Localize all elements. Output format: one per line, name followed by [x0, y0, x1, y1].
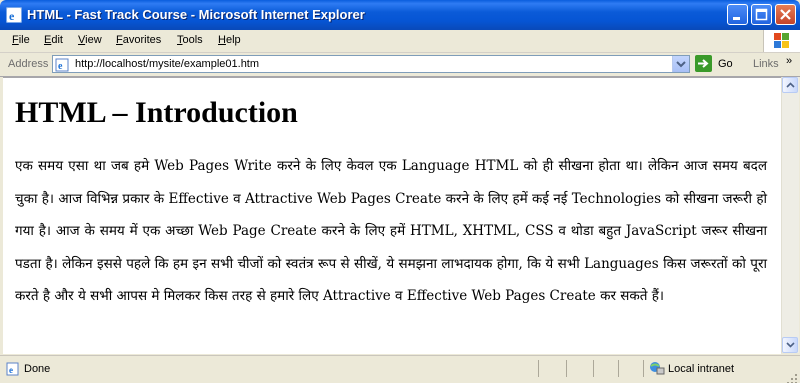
windows-logo-icon — [763, 30, 800, 52]
status-divider — [538, 360, 539, 377]
maximize-button[interactable] — [751, 4, 772, 25]
minimize-icon — [733, 17, 740, 20]
svg-text:e: e — [9, 9, 15, 22]
address-label: Address — [8, 58, 49, 70]
menu-view[interactable]: View — [78, 34, 102, 46]
page-done-icon: e — [6, 361, 20, 376]
go-arrow-icon — [695, 55, 712, 72]
menu-help[interactable]: Help — [218, 34, 241, 46]
go-label: Go — [718, 58, 733, 70]
menu-edit[interactable]: Edit — [44, 34, 63, 46]
menu-bar: File Edit View Favorites Tools Help — [0, 30, 800, 53]
chevron-up-icon — [786, 82, 795, 88]
chevron-down-icon — [676, 61, 686, 68]
security-zone-text: Local intranet — [668, 363, 735, 375]
status-divider — [593, 360, 594, 377]
page-icon: e — [55, 57, 71, 76]
status-divider — [566, 360, 567, 377]
close-icon — [780, 9, 791, 20]
address-bar: Address e http://localhost/mysite/exampl… — [0, 53, 800, 77]
ie-page-icon[interactable]: e — [6, 7, 22, 23]
intro-paragraph: एक समय एसा था जब हमे Web Pages Write करन… — [15, 158, 767, 304]
links-chevron-icon[interactable]: » — [786, 55, 792, 67]
minimize-button[interactable] — [727, 4, 748, 25]
chevron-down-icon — [786, 342, 795, 348]
page-heading: HTML – Introduction — [15, 96, 298, 129]
svg-text:e: e — [9, 365, 13, 375]
status-divider — [618, 360, 619, 377]
browser-window: e HTML - Fast Track Course - Microsoft I… — [0, 0, 800, 383]
menu-tools[interactable]: Tools — [177, 34, 203, 46]
resize-grip-icon[interactable] — [786, 370, 798, 383]
title-bar[interactable]: e HTML - Fast Track Course - Microsoft I… — [0, 0, 800, 30]
scroll-up-button[interactable] — [782, 77, 798, 93]
go-button[interactable]: Go — [695, 55, 745, 73]
maximize-icon — [755, 8, 768, 21]
menu-file[interactable]: File — [12, 34, 30, 46]
address-url[interactable]: http://localhost/mysite/example01.htm — [75, 58, 259, 70]
status-bar: e Done Local intranet — [0, 355, 800, 383]
page-content: HTML – Introduction एक समय एसा था जब हमे… — [3, 77, 781, 354]
scroll-down-button[interactable] — [782, 337, 798, 353]
close-button[interactable] — [775, 4, 796, 25]
status-divider — [643, 360, 644, 377]
status-text: Done — [24, 363, 51, 375]
address-input[interactable]: e http://localhost/mysite/example01.htm — [52, 55, 690, 73]
svg-text:e: e — [58, 61, 63, 72]
menu-favorites[interactable]: Favorites — [116, 34, 161, 46]
vertical-scrollbar[interactable] — [781, 77, 799, 353]
links-label[interactable]: Links — [753, 58, 779, 70]
window-title: HTML - Fast Track Course - Microsoft Int… — [27, 7, 365, 22]
address-dropdown-button[interactable] — [672, 56, 689, 72]
intranet-zone-icon — [649, 360, 665, 380]
